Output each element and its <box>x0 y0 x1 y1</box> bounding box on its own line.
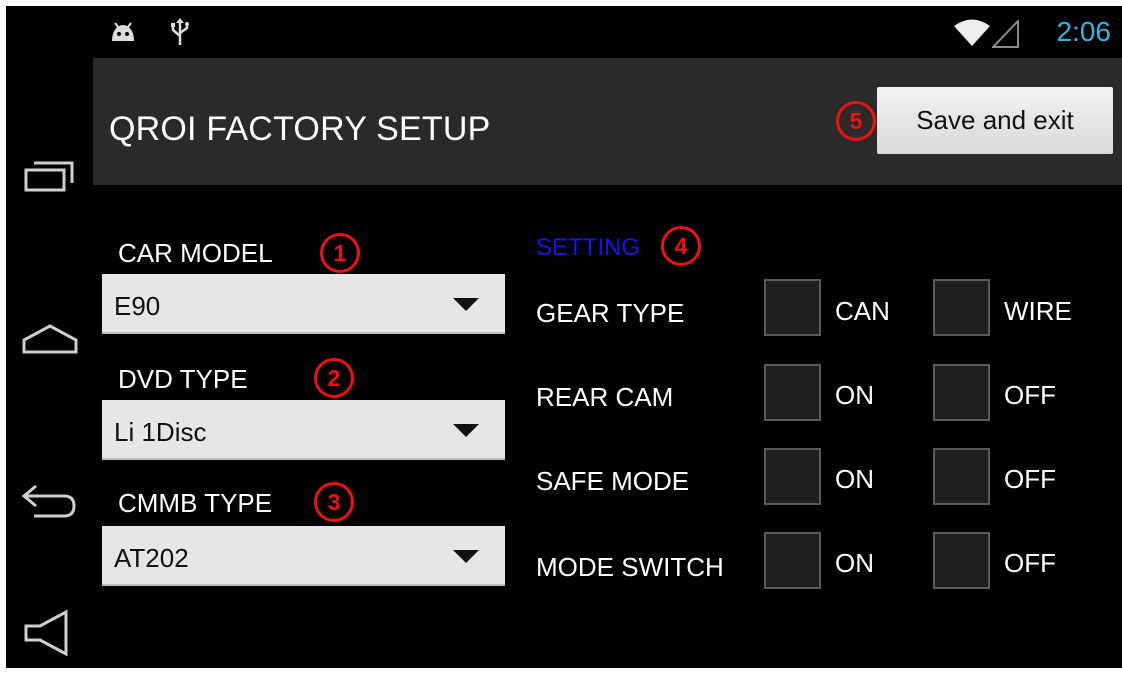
home-icon <box>20 324 80 364</box>
annotation-badge-4: 4 <box>661 226 701 266</box>
safe-mode-on-checkbox[interactable] <box>764 448 821 505</box>
gear-type-can-label: CAN <box>835 296 890 326</box>
safe-mode-on-label: ON <box>835 464 874 494</box>
dropdown-arrow-icon <box>453 424 479 437</box>
gear-type-wire-label: WIRE <box>1004 296 1072 326</box>
rear-cam-on-checkbox[interactable] <box>764 364 821 421</box>
rear-cam-on-label: ON <box>835 380 874 410</box>
annotation-badge-5: 5 <box>836 101 876 141</box>
annotation-badge-1: 1 <box>320 233 360 273</box>
cmmb-type-label: CMMB TYPE <box>118 488 273 518</box>
cmmb-type-select[interactable]: AT202 <box>102 526 505 586</box>
safe-mode-off-label: OFF <box>1004 464 1056 494</box>
device-screen: 2:06 QROI FACTORY SETUP 5 Save and exit … <box>6 6 1122 668</box>
rear-cam-off-label: OFF <box>1004 380 1056 410</box>
car-model-value: E90 <box>114 291 161 321</box>
dropdown-arrow-icon <box>453 550 479 563</box>
safe-mode-off-checkbox[interactable] <box>933 448 990 505</box>
action-bar: QROI FACTORY SETUP 5 Save and exit <box>93 58 1122 185</box>
back-button[interactable] <box>20 478 80 526</box>
car-model-select[interactable]: E90 <box>102 274 505 334</box>
volume-button[interactable] <box>20 608 80 657</box>
gear-type-wire-checkbox[interactable] <box>933 279 990 336</box>
status-bar: 2:06 <box>6 6 1122 58</box>
page-title: QROI FACTORY SETUP <box>109 110 491 148</box>
gear-type-can-checkbox[interactable] <box>764 279 821 336</box>
car-model-label: CAR MODEL <box>118 238 273 268</box>
recent-apps-button[interactable] <box>20 150 80 198</box>
mode-switch-on-checkbox[interactable] <box>764 532 821 589</box>
setting-heading: SETTING <box>536 234 641 261</box>
recent-apps-icon <box>20 161 80 202</box>
wifi-icon <box>954 19 990 52</box>
volume-icon <box>20 609 80 660</box>
annotation-badge-2: 2 <box>314 358 354 398</box>
back-icon <box>20 484 80 530</box>
status-clock: 2:06 <box>1056 16 1112 47</box>
mode-switch-off-checkbox[interactable] <box>933 532 990 589</box>
dvd-type-select[interactable]: Li 1Disc <box>102 400 505 460</box>
mode-switch-on-label: ON <box>835 548 874 578</box>
dvd-type-value: Li 1Disc <box>114 417 207 447</box>
android-debug-icon <box>110 22 136 47</box>
cmmb-type-value: AT202 <box>114 543 189 573</box>
mode-switch-label: MODE SWITCH <box>536 552 724 582</box>
dvd-type-label: DVD TYPE <box>118 364 248 394</box>
gear-type-label: GEAR TYPE <box>536 298 685 328</box>
usb-icon <box>171 18 189 51</box>
dropdown-arrow-icon <box>453 298 479 311</box>
save-and-exit-button[interactable]: Save and exit <box>877 87 1113 154</box>
safe-mode-label: SAFE MODE <box>536 466 690 496</box>
rear-cam-off-checkbox[interactable] <box>933 364 990 421</box>
annotation-badge-3: 3 <box>314 482 354 522</box>
rear-cam-label: REAR CAM <box>536 382 674 412</box>
signal-icon <box>990 18 1020 53</box>
home-button[interactable] <box>20 312 80 360</box>
mode-switch-off-label: OFF <box>1004 548 1056 578</box>
